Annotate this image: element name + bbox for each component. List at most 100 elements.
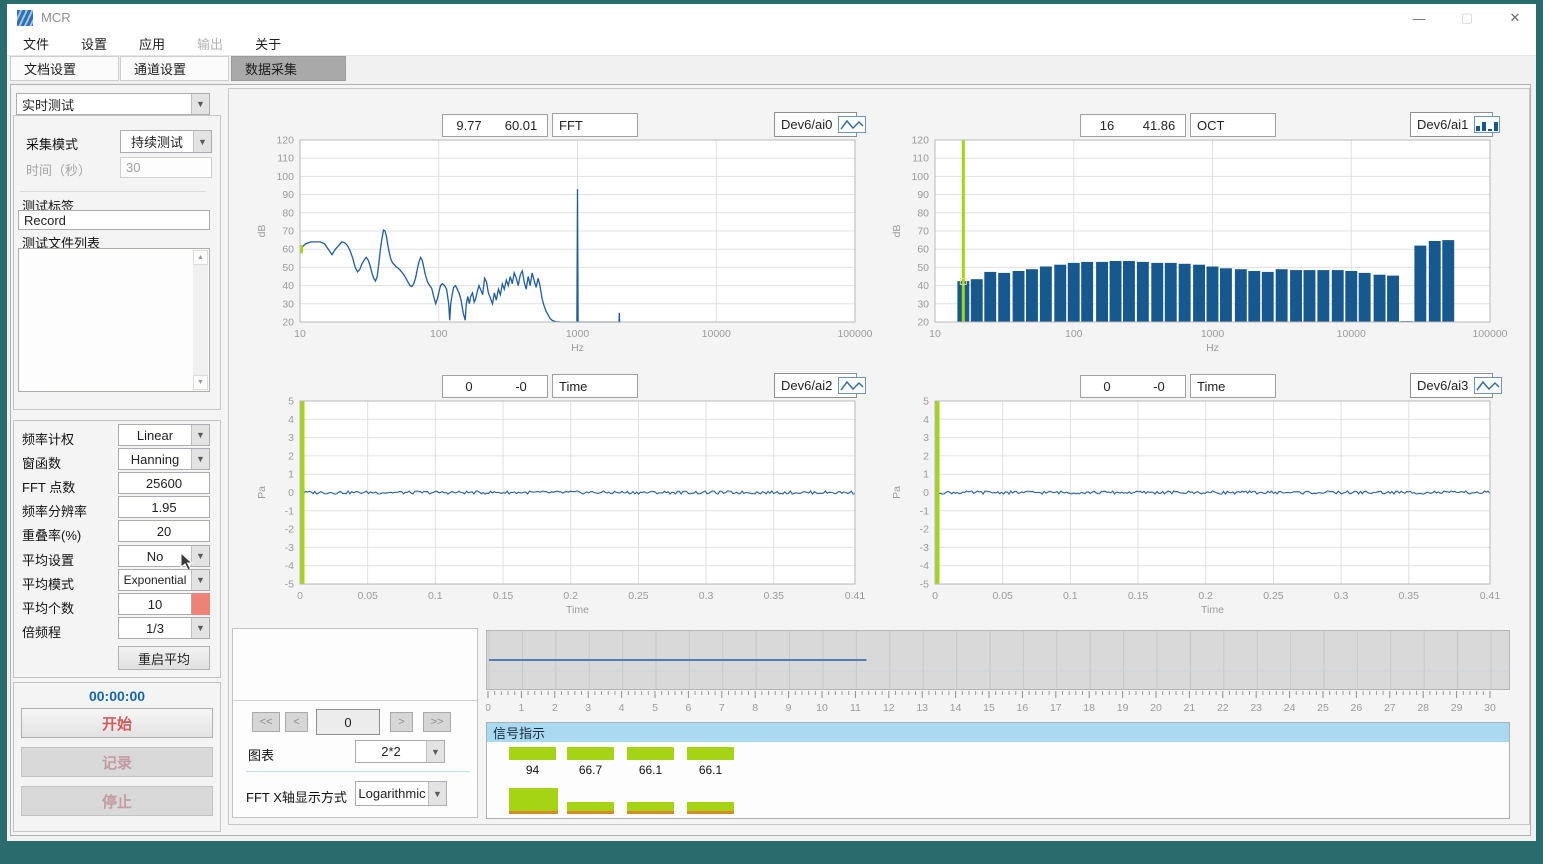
svg-text:-5: -5 <box>920 579 929 591</box>
fft-xaxis-select[interactable]: Logarithmic▼ <box>355 781 447 806</box>
freq-resolution-label: 频率分辨率 <box>22 501 87 520</box>
chevron-down-icon: ▼ <box>193 131 211 152</box>
svg-text:0.35: 0.35 <box>1399 590 1420 602</box>
svg-text:50: 50 <box>917 262 929 274</box>
avg-count-alert <box>192 593 210 615</box>
avg-setting-select[interactable]: No▼ <box>118 545 210 567</box>
acquisition-mode-label: 采集模式 <box>26 134 78 153</box>
svg-text:dB: dB <box>256 225 268 238</box>
page-number-box[interactable]: 0 <box>316 709 380 735</box>
start-button[interactable]: 开始 <box>21 708 213 738</box>
signal-value: 94 <box>509 763 556 777</box>
svg-text:0.3: 0.3 <box>699 590 714 602</box>
svg-text:2: 2 <box>552 702 558 714</box>
menu-application[interactable]: 应用 <box>123 32 181 55</box>
svg-text:Pa: Pa <box>256 486 268 499</box>
tab-data-acquisition[interactable]: 数据采集 <box>231 56 346 81</box>
restart-average-button[interactable]: 重启平均 <box>118 646 210 670</box>
svg-text:3: 3 <box>585 702 591 714</box>
overlap-input[interactable]: 20 <box>118 520 210 542</box>
svg-text:20: 20 <box>917 317 929 329</box>
svg-text:28: 28 <box>1417 702 1429 714</box>
fft-points-input[interactable]: 25600 <box>118 472 210 494</box>
timeline-strip[interactable] <box>486 630 1510 690</box>
svg-text:0.41: 0.41 <box>845 590 866 602</box>
svg-text:40: 40 <box>917 280 929 292</box>
svg-text:5: 5 <box>288 396 294 408</box>
svg-text:30: 30 <box>282 298 294 310</box>
signal-meter-bar <box>567 802 614 814</box>
tab-document-settings[interactable]: 文档设置 <box>10 56 119 81</box>
svg-text:26: 26 <box>1351 702 1363 714</box>
svg-text:2: 2 <box>288 450 294 462</box>
prev-page-button[interactable]: < <box>285 712 308 732</box>
timeline-ruler[interactable]: 0123456789101112131415161718192021222324… <box>486 691 1510 717</box>
scroll-down-icon[interactable]: ▼ <box>193 375 208 390</box>
time2-chart[interactable]: -5-4-3-2-101234500.050.10.150.20.250.30.… <box>250 394 890 616</box>
freq-weighting-select[interactable]: Linear▼ <box>118 424 210 446</box>
svg-text:-3: -3 <box>285 542 294 554</box>
svg-text:21: 21 <box>1184 702 1196 714</box>
menu-settings[interactable]: 设置 <box>65 32 123 55</box>
fft-points-label: FFT 点数 <box>22 477 75 496</box>
next-page-button[interactable]: > <box>390 712 413 732</box>
last-page-button[interactable]: >> <box>423 712 451 732</box>
window-title: MCR <box>41 10 71 25</box>
window-func-select[interactable]: Hanning▼ <box>118 448 210 470</box>
octave-select[interactable]: 1/3▼ <box>118 617 210 639</box>
test-mode-select[interactable]: 实时测试 ▼ <box>16 93 210 115</box>
svg-text:7: 7 <box>719 702 725 714</box>
svg-text:Hz: Hz <box>1206 342 1219 352</box>
options-divider <box>246 771 470 772</box>
svg-text:0.41: 0.41 <box>1480 590 1501 602</box>
oct-chart[interactable]: 2030405060708090100110120101001000100001… <box>885 134 1525 352</box>
chart-layout-select[interactable]: 2*2▼ <box>355 740 445 763</box>
svg-text:30: 30 <box>1484 702 1496 714</box>
signal-meter-bar <box>627 802 674 814</box>
svg-text:1: 1 <box>518 702 524 714</box>
acquisition-mode-select[interactable]: 持续测试 ▼ <box>120 130 212 153</box>
signal-panel-title: 信号指示 <box>487 723 1509 742</box>
time3-chart[interactable]: -5-4-3-2-101234500.050.10.150.20.250.30.… <box>885 394 1525 616</box>
test-file-list[interactable]: ▲ ▼ <box>18 248 210 392</box>
svg-text:Time: Time <box>566 604 589 616</box>
svg-text:13: 13 <box>916 702 928 714</box>
menu-file[interactable]: 文件 <box>7 32 65 55</box>
svg-text:4: 4 <box>288 414 294 426</box>
signal-meter-bar <box>687 802 734 814</box>
file-list-scrollbar[interactable]: ▲ ▼ <box>193 250 208 390</box>
svg-text:40: 40 <box>282 280 294 292</box>
fft-chart[interactable]: 2030405060708090100110120101001000100001… <box>250 134 890 352</box>
avg-count-label: 平均个数 <box>22 598 74 617</box>
svg-text:Pa: Pa <box>891 486 903 499</box>
svg-text:-1: -1 <box>920 505 929 517</box>
signal-level-bar <box>687 747 734 760</box>
svg-text:5: 5 <box>652 702 658 714</box>
first-page-button[interactable]: << <box>252 712 280 732</box>
svg-text:12: 12 <box>883 702 895 714</box>
svg-text:29: 29 <box>1451 702 1463 714</box>
close-button[interactable]: ✕ <box>1492 4 1538 32</box>
svg-text:0.1: 0.1 <box>1063 590 1078 602</box>
avg-count-input[interactable]: 10 <box>118 593 192 615</box>
minimize-button[interactable]: — <box>1396 4 1442 32</box>
test-label-input[interactable]: Record <box>18 210 210 230</box>
avg-mode-select[interactable]: Exponential▼ <box>118 569 210 591</box>
tab-channel-settings[interactable]: 通道设置 <box>120 56 229 81</box>
stop-button: 停止 <box>21 786 213 816</box>
app-logo-icon <box>17 10 33 26</box>
svg-text:23: 23 <box>1250 702 1262 714</box>
svg-text:90: 90 <box>917 189 929 201</box>
svg-text:0.2: 0.2 <box>1198 590 1213 602</box>
svg-text:-4: -4 <box>920 560 929 572</box>
svg-text:1: 1 <box>923 469 929 481</box>
maximize-button[interactable]: ▢ <box>1444 4 1490 32</box>
menu-about[interactable]: 关于 <box>239 32 297 55</box>
svg-text:8: 8 <box>752 702 758 714</box>
scroll-up-icon[interactable]: ▲ <box>193 250 208 265</box>
svg-text:0.3: 0.3 <box>1334 590 1349 602</box>
freq-resolution-input[interactable]: 1.95 <box>118 496 210 518</box>
signal-level-bar <box>627 747 674 760</box>
svg-text:30: 30 <box>917 298 929 310</box>
svg-text:-2: -2 <box>920 524 929 536</box>
